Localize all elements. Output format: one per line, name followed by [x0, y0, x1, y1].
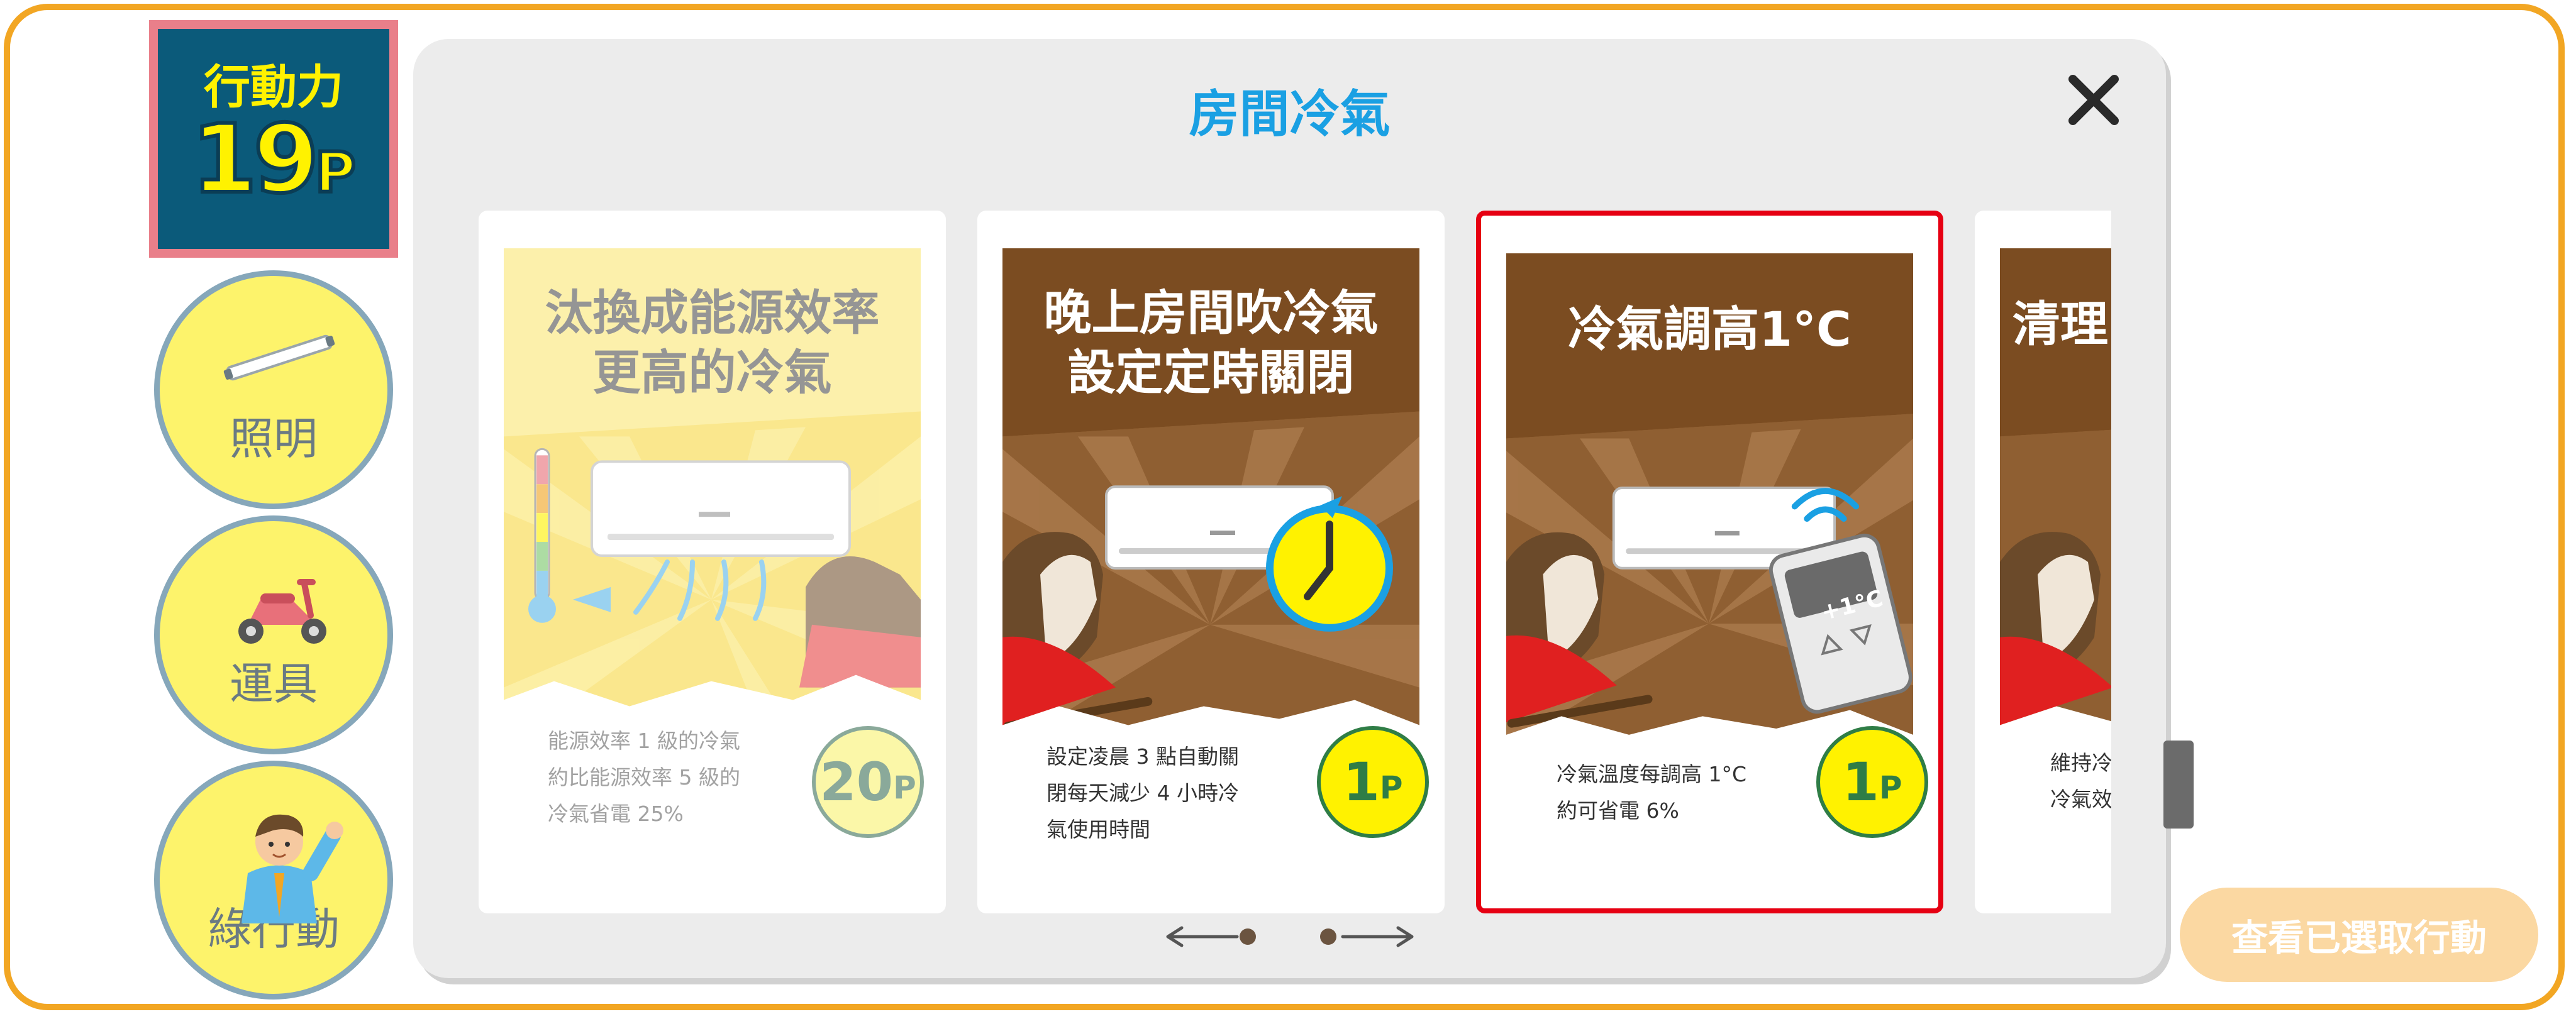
cost-badge: 1P — [1816, 726, 1928, 838]
card-description: 能源效率 1 級的冷氣 約比能源效率 5 級的 冷氣省電 25% — [548, 729, 740, 826]
card-title: 晚上房間吹冷氣 設定定時關閉 — [1043, 285, 1379, 400]
view-selected-actions-button[interactable]: 查看已選取行動 — [2180, 888, 2538, 982]
person-icon — [242, 814, 343, 923]
scooter-icon — [238, 579, 326, 644]
action-card[interactable]: 清理 維持冷 冷氣效 — [1975, 211, 2111, 913]
carousel-pager — [1166, 926, 1414, 947]
action-points-title: 行動力 — [204, 60, 343, 115]
page-dot[interactable] — [1240, 928, 1256, 945]
category-lighting[interactable]: 照明 — [154, 270, 393, 509]
card-title: 汰換成能源效率 更高的冷氣 — [545, 285, 880, 400]
action-dialog: 房間冷氣 汰換成能源效率 更高的冷氣 能源效率 1 級的冷氣 約比能源效率 5 … — [413, 39, 2166, 978]
card-description: 冷氣溫度每調高 1°C 約可省電 6% — [1557, 762, 1747, 823]
action-card[interactable]: 晚上房間吹冷氣 設定定時關閉 設定凌晨 3 點自動關 閉每天減少 4 小時冷 氣使… — [977, 211, 1445, 913]
category-green-action[interactable]: 綠行動 — [154, 761, 393, 1000]
close-icon[interactable] — [2059, 65, 2128, 135]
card-description: 設定凌晨 3 點自動關 閉每天減少 4 小時冷 氣使用時間 — [1046, 744, 1239, 842]
category-transport[interactable]: 運具 — [154, 515, 393, 754]
card-description: 維持冷 冷氣效 — [2050, 751, 2111, 812]
cards-carousel[interactable]: 汰換成能源效率 更高的冷氣 能源效率 1 級的冷氣 約比能源效率 5 級的 冷氣省… — [479, 172, 2111, 926]
drawer-handle[interactable] — [2163, 741, 2194, 829]
light-tube-icon — [223, 334, 335, 381]
page-dot[interactable] — [1320, 928, 1336, 945]
cost-badge: 20 P — [812, 726, 924, 838]
category-label: 運具 — [230, 658, 318, 710]
card-title: 冷氣調高1°C — [1568, 300, 1852, 357]
category-label: 照明 — [230, 413, 318, 465]
action-points-badge: 行動力 19P — [149, 20, 398, 258]
action-card[interactable]: 汰換成能源效率 更高的冷氣 能源效率 1 級的冷氣 約比能源效率 5 級的 冷氣省… — [479, 211, 946, 913]
action-points-value: 19P — [189, 105, 357, 215]
prev-arrow-icon[interactable] — [1166, 926, 1239, 947]
next-arrow-icon[interactable] — [1341, 926, 1414, 947]
cost-badge: 1P — [1317, 726, 1429, 838]
card-title: 清理 — [2012, 295, 2108, 352]
action-card-selected[interactable]: 冷氣調高1°C +1°C 冷氣溫度每調高 1°C 約可省電 6% 1P — [1476, 211, 1943, 913]
dialog-title: 房間冷氣 — [1189, 85, 1391, 143]
